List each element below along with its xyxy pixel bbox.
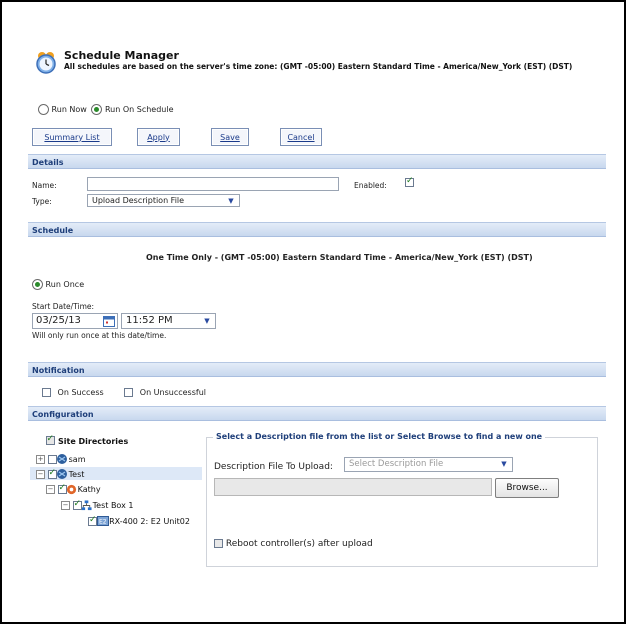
location-icon (67, 484, 77, 495)
tree-item-controller[interactable]: E2 RX-400 2: E2 Unit02 (88, 515, 190, 526)
run-once-group: Run Once (32, 279, 84, 290)
reboot-label: Reboot controller(s) after upload (225, 539, 373, 549)
type-select[interactable]: Upload Description File ▼ (87, 194, 240, 207)
run-mode-group: Run Now Run On Schedule (38, 104, 174, 115)
timezone-note: All schedules are based on the server's … (64, 62, 573, 71)
type-select-value: Upload Description File (92, 196, 185, 205)
tree-item-test-box[interactable]: − Test Box 1 (61, 499, 133, 511)
name-label: Name: (32, 181, 57, 190)
cancel-button[interactable]: Cancel (280, 128, 322, 146)
svg-text:E2: E2 (99, 519, 107, 526)
on-unsuccessful-checkbox[interactable] (124, 388, 134, 397)
summary-list-button[interactable]: Summary List (32, 128, 112, 146)
run-now-radio[interactable] (38, 104, 49, 115)
network-icon (81, 500, 92, 511)
on-success-label: On Success (57, 388, 104, 397)
sam-checkbox[interactable] (47, 454, 57, 464)
run-on-schedule-label: Run On Schedule (104, 105, 174, 114)
controller-checkbox[interactable] (88, 515, 97, 526)
save-button[interactable]: Save (211, 128, 249, 146)
time-value: 11:52 PM (126, 315, 173, 326)
run-once-label: Run Once (45, 280, 85, 289)
controller-icon: E2 (96, 516, 109, 526)
start-datetime-label: Start Date/Time: (32, 302, 95, 311)
date-value: 03/25/13 (36, 315, 81, 326)
on-success-checkbox[interactable] (42, 388, 51, 397)
name-input[interactable] (87, 177, 339, 191)
clock-icon (36, 52, 56, 74)
tree-item-sam[interactable]: + sam (36, 453, 86, 465)
file-path-input[interactable] (214, 478, 492, 496)
apply-button[interactable]: Apply (137, 128, 180, 146)
run-now-label: Run Now (51, 105, 87, 114)
upload-label: Description File To Upload: (214, 462, 333, 472)
upload-panel-legend: Select a Description file from the list … (213, 432, 546, 441)
site-icon (57, 469, 68, 479)
schedule-section-header: Schedule (28, 222, 606, 237)
test-box-checkbox[interactable] (72, 499, 82, 510)
calendar-icon[interactable] (103, 315, 115, 327)
collapse-icon[interactable]: − (36, 469, 45, 479)
chevron-down-icon: ▼ (501, 460, 507, 468)
collapse-icon[interactable]: − (61, 501, 70, 510)
schedule-note: Will only run once at this date/time. (32, 331, 167, 340)
notification-section-header: Notification (28, 362, 606, 377)
chevron-down-icon: ▼ (228, 197, 234, 205)
test-checkbox[interactable] (47, 468, 57, 479)
details-section-header: Details (28, 154, 606, 169)
reboot-checkbox[interactable] (214, 539, 223, 548)
tree-item-test[interactable]: − Test (36, 468, 84, 480)
time-select[interactable]: 11:52 PM ▼ (121, 313, 216, 329)
on-unsuccessful-label: On Unsuccessful (139, 388, 207, 397)
run-once-radio[interactable] (32, 279, 43, 290)
page-title: Schedule Manager (64, 49, 179, 62)
browse-button[interactable]: Browse... (495, 478, 559, 498)
kathy-checkbox[interactable] (57, 483, 67, 494)
type-label: Type: (32, 197, 52, 206)
schedule-summary: One Time Only - (GMT -05:00) Eastern Sta… (146, 253, 533, 262)
tree-root-label: Site Directories (58, 437, 129, 446)
run-on-schedule-radio[interactable] (91, 104, 103, 115)
site-directories-checkbox[interactable] (45, 434, 55, 445)
description-file-placeholder: Select Description File (349, 459, 444, 469)
enabled-checkbox[interactable] (405, 176, 414, 187)
reboot-option: Reboot controller(s) after upload (214, 539, 373, 549)
chevron-down-icon: ▼ (204, 317, 210, 325)
description-file-select[interactable]: Select Description File ▼ (344, 457, 513, 472)
expand-icon[interactable]: + (36, 454, 45, 464)
site-icon (57, 454, 68, 464)
notification-options: On Success On Unsuccessful (42, 388, 206, 397)
configuration-section-header: Configuration (28, 406, 606, 421)
enabled-label: Enabled: (354, 181, 387, 190)
collapse-icon[interactable]: − (46, 485, 55, 494)
tree-item-kathy[interactable]: − Kathy (46, 483, 101, 495)
